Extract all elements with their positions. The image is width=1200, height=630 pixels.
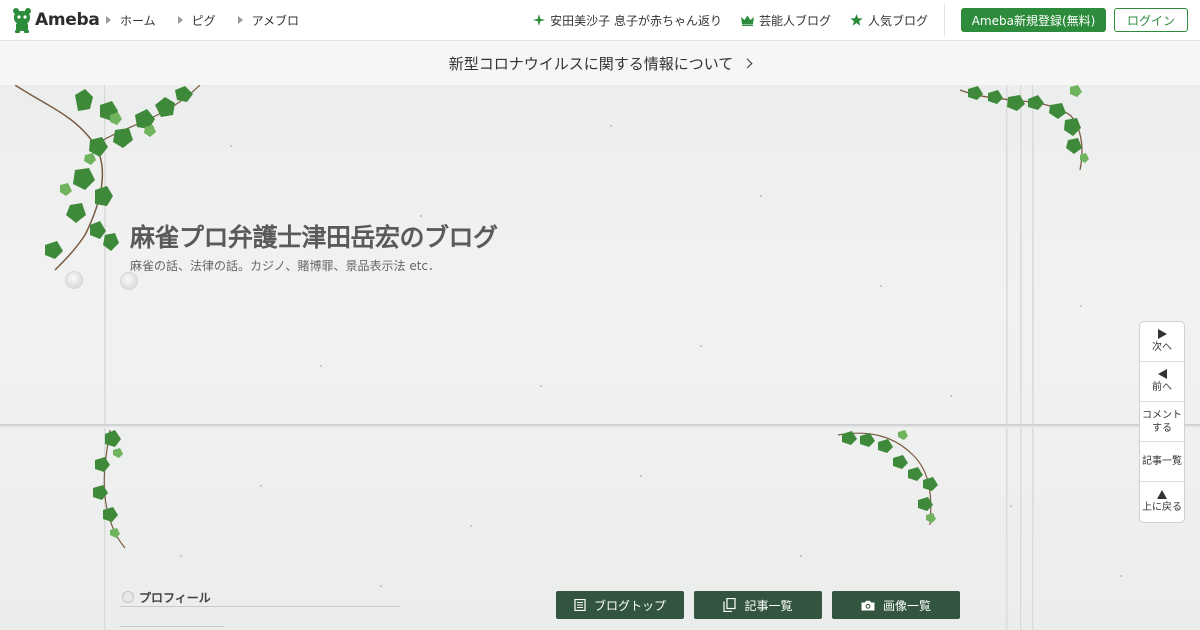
concrete-speck: [800, 555, 802, 557]
concrete-speck: [1010, 505, 1012, 507]
concrete-seam: [0, 424, 1200, 428]
concrete-speck: [1120, 575, 1122, 577]
back-icon: [1157, 369, 1167, 379]
bullet-icon: [122, 591, 134, 603]
global-header: Ameba ホーム ピグ アメブロ 安田美沙子 息子が赤ちゃん返り 芸能人ブログ…: [0, 0, 1200, 41]
article-list-label: 記事一覧: [744, 598, 793, 613]
concrete-speck: [950, 395, 952, 397]
blog-description: 麻雀の話、法律の話。カジノ、賭博罪、景品表示法 etc．: [130, 259, 441, 273]
concrete-speck: [610, 125, 612, 127]
nav-home[interactable]: ホーム: [106, 12, 156, 29]
article-list-button[interactable]: 記事一覧: [694, 591, 822, 619]
crown-icon: [740, 15, 754, 26]
ivy-decoration: [960, 85, 1089, 171]
concrete-speck: [640, 475, 642, 477]
concrete-speck: [260, 485, 262, 487]
profile-section-heading: プロフィール: [120, 588, 400, 607]
concrete-speck: [320, 365, 322, 367]
header-divider: [944, 4, 945, 36]
triangle-right-icon: [177, 16, 183, 24]
concrete-speck: [470, 525, 472, 527]
chevron-right-icon: [742, 58, 753, 69]
side-next-button[interactable]: 次へ: [1140, 322, 1184, 362]
side-top-label: 上に戻る: [1142, 502, 1182, 513]
profile-divider: [120, 626, 224, 627]
side-comment-label-line2: する: [1152, 422, 1172, 434]
triangle-right-icon: [106, 16, 111, 24]
register-button[interactable]: Ameba新規登録(無料): [961, 8, 1106, 32]
concrete-speck: [420, 215, 422, 217]
side-next-label: 次へ: [1152, 342, 1172, 353]
topic-trending-label: 安田美沙子 息子が赤ちゃん返り: [550, 13, 722, 28]
logo-text: Ameba: [35, 10, 100, 30]
concrete-speck: [540, 385, 542, 387]
side-list-button[interactable]: 記事一覧: [1140, 442, 1184, 482]
side-prev-button[interactable]: 前へ: [1140, 362, 1184, 402]
header-topics: 安田美沙子 息子が赤ちゃん返り 芸能人ブログ 人気ブログ: [514, 0, 928, 40]
arrow-up-icon: [1157, 490, 1167, 499]
blog-top-label: ブログトップ: [593, 598, 666, 613]
nav-ameblo[interactable]: アメブロ: [237, 12, 300, 29]
topic-popular-blog-label: 人気ブログ: [867, 13, 928, 28]
login-button[interactable]: ログイン: [1114, 8, 1188, 32]
concrete-speck: [700, 345, 702, 347]
image-list-button[interactable]: 画像一覧: [832, 591, 960, 619]
nav-pigg-label: ピグ: [191, 13, 216, 28]
nav-ameblo-label: アメブロ: [251, 13, 300, 28]
blog-title[interactable]: 麻雀プロ弁護士津田岳宏のブログ: [130, 218, 498, 254]
play-icon: [1157, 329, 1167, 339]
concrete-speck: [880, 285, 882, 287]
concrete-speck: [380, 585, 382, 587]
blog-top-button[interactable]: ブログトップ: [556, 591, 684, 619]
topic-trending[interactable]: 安田美沙子 息子が赤ちゃん返り: [533, 12, 722, 29]
triangle-right-icon: [237, 16, 243, 24]
ivy-decoration: [93, 430, 126, 549]
nav-home-label: ホーム: [120, 13, 156, 28]
sparkle-icon: [533, 14, 546, 26]
concrete-speck: [230, 145, 232, 147]
concrete-speck: [180, 555, 182, 557]
covid-notice-bar[interactable]: 新型コロナウイルスに関する情報について: [0, 41, 1200, 85]
copy-icon: [723, 598, 737, 612]
profile-label: プロフィール: [139, 590, 211, 605]
topic-celebrity-blog[interactable]: 芸能人ブログ: [740, 12, 831, 29]
side-nav: 次へ 前へ コメント する 記事一覧 上に戻る: [1139, 321, 1185, 523]
side-comment-label-line1: コメント: [1142, 409, 1182, 421]
side-prev-label: 前へ: [1152, 382, 1172, 393]
global-nav: ホーム ピグ アメブロ: [106, 0, 321, 40]
star-icon: [850, 14, 863, 26]
side-comment-button[interactable]: コメント する: [1140, 402, 1184, 442]
ameba-logo[interactable]: Ameba: [12, 7, 100, 33]
blog-header-background: [0, 85, 1200, 630]
topic-celebrity-blog-label: 芸能人ブログ: [758, 13, 831, 28]
ameba-mascot-icon: [13, 8, 31, 33]
side-top-button[interactable]: 上に戻る: [1140, 482, 1184, 522]
notice-text: 新型コロナウイルスに関する情報について: [448, 54, 734, 73]
ivy-decoration: [838, 430, 938, 526]
image-list-label: 画像一覧: [882, 598, 931, 613]
concrete-speck: [760, 195, 762, 197]
nav-pigg[interactable]: ピグ: [177, 12, 216, 29]
side-list-label: 記事一覧: [1142, 456, 1182, 467]
topic-popular-blog[interactable]: 人気ブログ: [850, 12, 928, 29]
concrete-speck: [1080, 305, 1082, 307]
document-icon: [574, 599, 586, 611]
camera-icon: [861, 600, 875, 610]
